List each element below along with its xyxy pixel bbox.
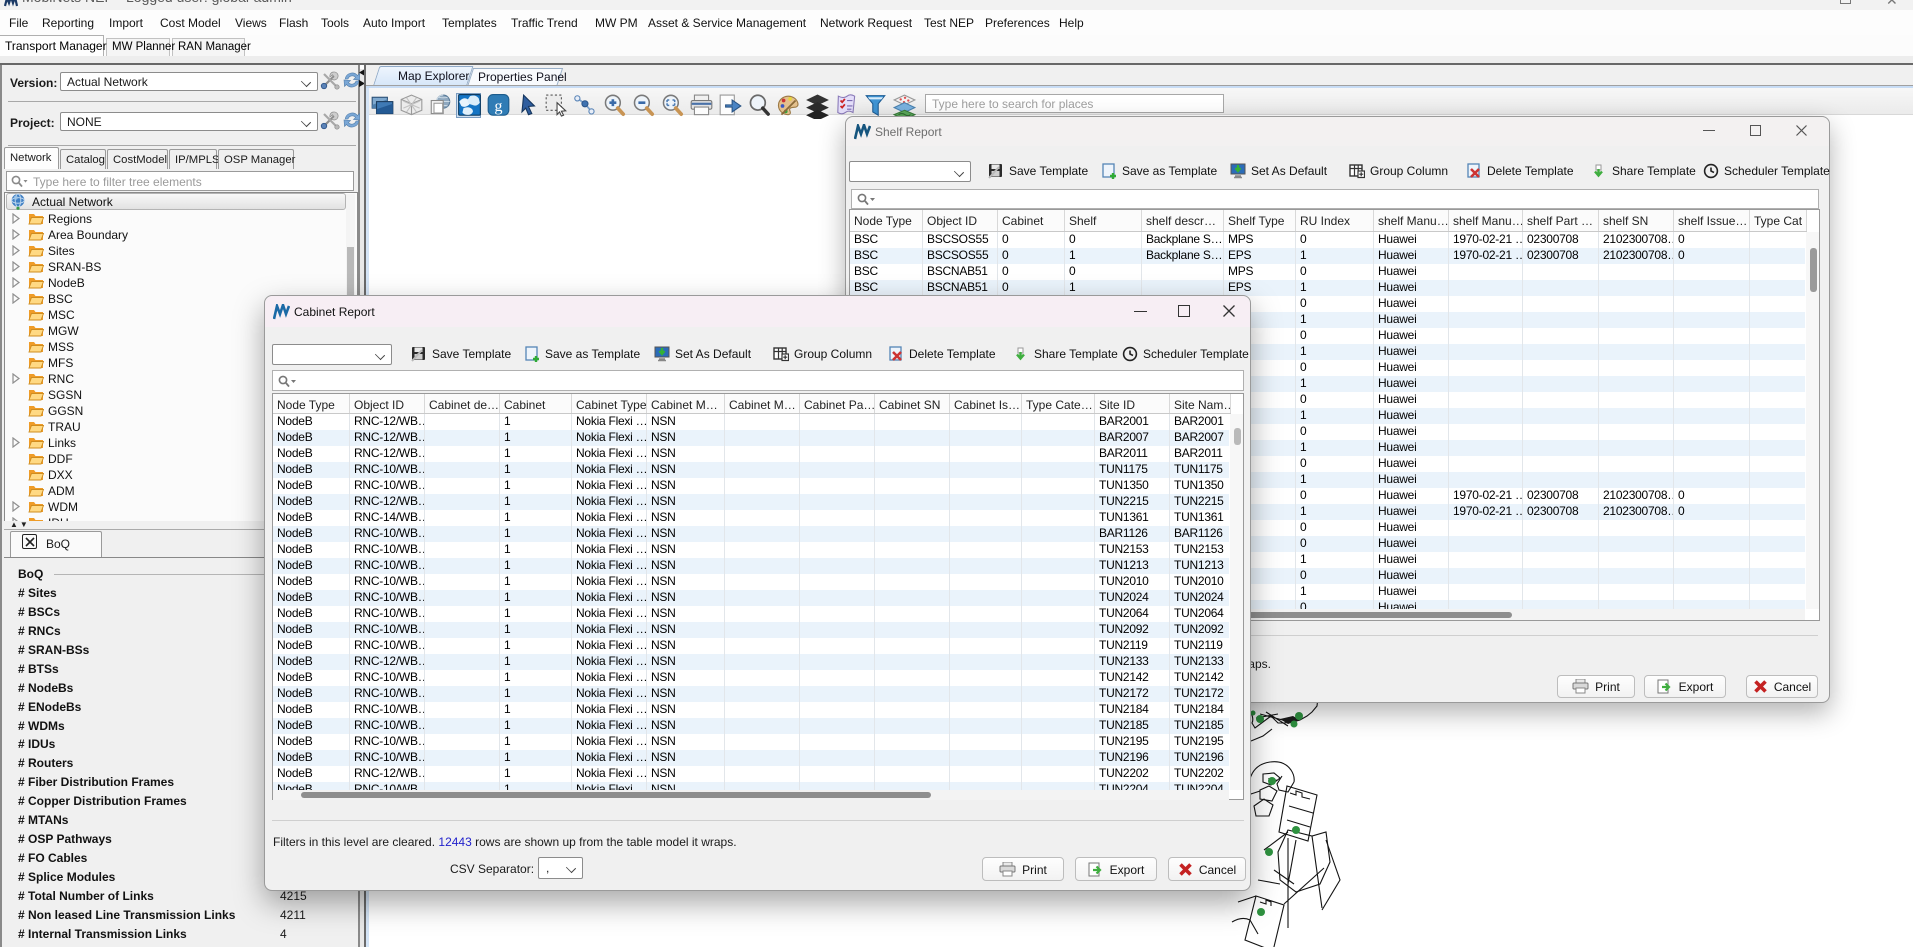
svg-text:g: g (494, 96, 502, 115)
